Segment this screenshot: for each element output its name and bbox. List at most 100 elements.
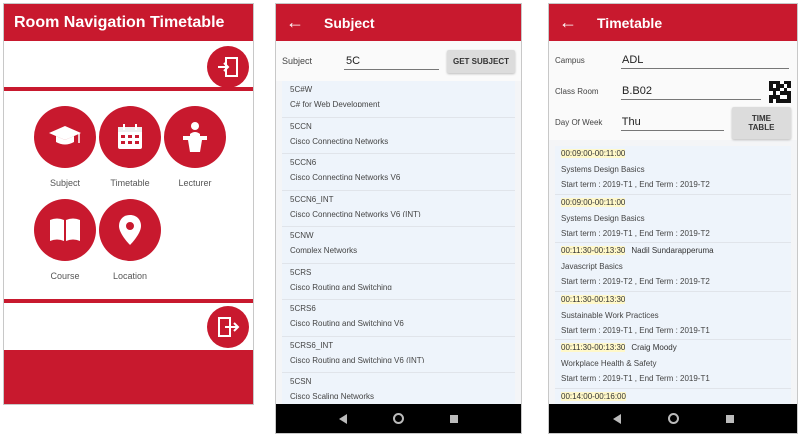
subject-name: Cisco Routing and Switching — [290, 282, 392, 290]
entry-lecturer: Craig Moody — [631, 343, 677, 352]
timetable-app-bar: ← Timetable — [549, 4, 797, 41]
tile-course[interactable]: Course — [30, 199, 100, 281]
subject-list-item[interactable]: 5CCN6 Cisco Connecting Networks V6 — [282, 154, 515, 191]
entry-terms: Start term : 2019-T1 , End Term : 2019-T… — [561, 325, 710, 335]
subject-name: Cisco Connecting Networks V6 (INT) — [290, 209, 421, 217]
app-title-bar: Room Navigation Timetable — [4, 4, 253, 41]
timetable-entry[interactable]: 00:09:00-00:11:00 Systems Design Basics St… — [555, 195, 791, 243]
subject-code: 5CCN6_INT — [290, 194, 334, 204]
entry-terms: Start term : 2019-T2 , End Term : 2019-T… — [561, 277, 710, 286]
android-nav-bar — [549, 404, 797, 433]
back-arrow-icon[interactable]: ← — [286, 12, 304, 33]
subject-list-item[interactable]: 5CRS Cisco Routing and Switching — [282, 264, 515, 300]
entry-time-row: 00:11:30-00:13:30 Nadil Sundarapperuma — [561, 246, 785, 256]
android-nav-bar — [276, 404, 521, 433]
exit-button-bottom[interactable] — [207, 306, 249, 348]
map-pin-icon — [99, 199, 161, 261]
entry-subject: Systems Design Basics — [561, 165, 645, 174]
campus-input[interactable] — [621, 52, 789, 69]
entry-time: 00:14:00-00:16:00 — [561, 391, 626, 401]
entry-time: 00:11:30-00:13:30 — [561, 294, 626, 304]
subject-list-item[interactable]: 5C#W C# for Web Development — [282, 81, 515, 118]
tile-location-label: Location — [112, 271, 148, 281]
subject-name: Cisco Scaling Networks — [290, 392, 375, 399]
entry-terms: Start term : 2019-T1 , End Term : 2019-T… — [561, 374, 710, 383]
entry-time: 00:09:00-00:11:00 — [561, 197, 626, 207]
app-title: Room Navigation Timetable — [14, 13, 225, 31]
classroom-label: Class Room — [555, 87, 599, 96]
entry-time-row: 00:11:30-00:13:30 Craig Moody — [561, 343, 785, 353]
qr-code-icon[interactable] — [769, 80, 791, 103]
bottom-banner — [4, 350, 253, 404]
subject-name: Cisco Routing and Switching V6 — [290, 319, 404, 326]
calendar-icon — [99, 106, 161, 168]
subject-code: 5CCN6 — [290, 158, 317, 167]
graduation-cap-icon — [34, 106, 96, 168]
subject-list-item[interactable]: 5CNW Complex Networks — [282, 227, 515, 264]
subject-name: C# for Web Development — [290, 100, 380, 107]
subject-list-item[interactable]: 5CCN Cisco Connecting Networks — [282, 118, 515, 154]
timetable-list: 00:09:00-00:11:00 Systems Design Basics St… — [555, 146, 791, 433]
subject-name: Cisco Connecting Networks — [290, 136, 389, 144]
tile-subject-label: Subject — [49, 178, 81, 188]
timetable-entry[interactable]: 00:11:30-00:13:30 Craig Moody Workplace He… — [555, 340, 791, 389]
get-subject-button[interactable]: GET SUBJECT — [447, 49, 516, 73]
tile-lecturer[interactable]: Lecturer — [160, 106, 230, 188]
subject-code: 5CCN — [290, 121, 312, 131]
entry-terms: Start term : 2019-T1 , End Term : 2019-T… — [561, 180, 710, 189]
tile-location[interactable]: Location — [95, 199, 165, 281]
nav-back-icon[interactable] — [339, 413, 347, 424]
subject-name: Cisco Connecting Networks V6 — [290, 173, 401, 180]
home-screen: Room Navigation Timetable Subject Timeta… — [3, 3, 254, 405]
exit-door-icon — [218, 57, 238, 77]
bottom-exit-row — [4, 299, 253, 350]
subject-code: 5CRS — [290, 267, 312, 277]
back-arrow-icon[interactable]: ← — [559, 12, 577, 33]
time-table-button[interactable]: TIME TABLE — [731, 106, 791, 139]
entry-time-row: 00:09:00-00:11:00 — [561, 197, 785, 208]
day-row: Day Of Week TIME TABLE — [555, 106, 791, 139]
timetable-entry[interactable]: 00:11:30-00:13:30 Nadil Sundarapperuma Jav… — [555, 243, 791, 292]
nav-home-icon[interactable] — [667, 413, 679, 424]
subject-name: Cisco Routing and Switching V6 (INT) — [290, 355, 425, 363]
subject-screen: ← Subject Subject GET SUBJECT 5C#W C# for… — [275, 3, 522, 434]
campus-row: Campus — [555, 45, 791, 76]
exit-button[interactable] — [207, 46, 249, 88]
nav-back-icon[interactable] — [612, 413, 621, 424]
subject-list-item[interactable]: 5CRS6_INT Cisco Routing and Switching V6 … — [282, 337, 515, 373]
nav-home-icon[interactable] — [393, 413, 404, 424]
entry-time-row: 00:11:30-00:13:30 — [561, 294, 785, 305]
timetable-entry[interactable]: 00:09:00-00:11:00 Systems Design Basics St… — [555, 146, 791, 195]
subject-list-item[interactable]: 5CCN6_INT Cisco Connecting Networks V6 (I… — [282, 191, 515, 227]
tile-subject[interactable]: Subject — [30, 106, 100, 188]
entry-time: 00:11:30-00:13:30 — [561, 246, 626, 255]
entry-time: 00:11:30-00:13:30 — [561, 343, 626, 352]
day-label: Day Of Week — [555, 118, 603, 127]
classroom-input[interactable] — [621, 83, 761, 100]
exit-door-icon — [218, 317, 240, 337]
tile-timetable[interactable]: Timetable — [95, 106, 165, 188]
timetable-form: Campus Class Room Day Of Week TIME TABLE — [549, 41, 797, 140]
top-exit-row — [4, 43, 253, 91]
entry-subject: Javascript Basics — [561, 262, 623, 271]
subject-list-item[interactable]: 5CRS6 Cisco Routing and Switching V6 — [282, 300, 515, 337]
timetable-entry[interactable]: 00:11:30-00:13:30 Sustainable Work Practi… — [555, 292, 791, 340]
nav-recents-icon[interactable] — [725, 414, 734, 423]
subject-code: 5CSN — [290, 377, 312, 386]
subject-code: 5CNW — [290, 231, 314, 240]
nav-recents-icon[interactable] — [450, 414, 458, 423]
entry-time-row: 00:14:00-00:16:00 — [561, 391, 785, 402]
entry-subject: Workplace Health & Safety — [561, 359, 657, 368]
subject-input[interactable] — [344, 52, 439, 70]
entry-lecturer: Nadil Sundarapperuma — [631, 246, 714, 255]
subject-code: 5CRS6_INT — [290, 340, 334, 350]
open-book-icon — [34, 199, 96, 261]
lecturer-podium-icon — [164, 106, 226, 168]
day-input[interactable] — [620, 114, 724, 131]
entry-terms: Start term : 2019-T1 , End Term : 2019-T… — [561, 228, 710, 238]
timetable-title: Timetable — [597, 14, 663, 31]
subject-title: Subject — [324, 14, 375, 31]
subject-search-form: Subject GET SUBJECT — [276, 41, 521, 81]
tile-lecturer-label: Lecturer — [178, 178, 212, 188]
tile-course-label: Course — [50, 271, 80, 281]
